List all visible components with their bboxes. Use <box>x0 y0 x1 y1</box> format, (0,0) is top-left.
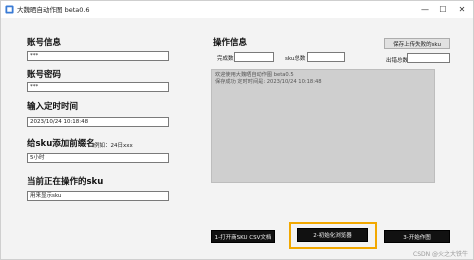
start-drawing-button[interactable]: 3-开始作图 <box>384 230 450 243</box>
log-line: 欢迎使用大魏晒自动作图 beta0.5 <box>215 72 294 78</box>
completed-count <box>234 52 274 62</box>
prefix-example: 例如：24日xxx <box>94 143 133 149</box>
schedule-input[interactable]: 2023/10/24 10:18:48 <box>27 117 169 127</box>
current-sku-label: 当前正在操作的sku <box>27 177 104 187</box>
completed-label: 完成数 <box>217 56 234 62</box>
schedule-label: 输入定时时间 <box>27 102 79 112</box>
sku-total-label: sku总数 <box>285 56 306 62</box>
prefix-label: 给sku添加前缀名 <box>27 139 95 149</box>
sku-total-count <box>307 52 345 62</box>
app-window: 大魏晒自动作图 beta0.6 — ☐ ✕ 账号信息 *** 账号密码 *** … <box>0 0 474 260</box>
maximize-button[interactable]: ☐ <box>434 1 452 18</box>
save-failed-sku-button[interactable]: 保存上传失败的sku <box>384 38 450 49</box>
error-total-label: 出错总数 <box>386 58 409 64</box>
account-input[interactable]: *** <box>27 51 169 61</box>
window-title: 大魏晒自动作图 beta0.6 <box>17 6 90 14</box>
log-area[interactable]: 欢迎使用大魏晒自动作图 beta0.5 保存成功 定时时间是: 2023/10/… <box>211 69 435 183</box>
open-csv-button[interactable]: 1-打开商SKU CSV文档 <box>211 230 275 243</box>
error-total-count <box>407 53 450 63</box>
highlight-frame <box>289 222 377 249</box>
title-bar: 大魏晒自动作图 beta0.6 — ☐ ✕ <box>1 1 473 18</box>
minimize-button[interactable]: — <box>416 1 434 18</box>
watermark: CSDN @火之大铁牛 <box>413 251 469 258</box>
password-input[interactable]: *** <box>27 82 169 92</box>
app-icon <box>5 5 14 14</box>
operation-info-label: 操作信息 <box>213 38 248 48</box>
log-line: 保存成功 定时时间是: 2023/10/24 10:18:48 <box>215 79 322 85</box>
prefix-input[interactable]: 5小时 <box>27 153 169 163</box>
account-label: 账号信息 <box>27 38 62 48</box>
current-sku-field: 用来显示sku <box>27 191 169 201</box>
close-button[interactable]: ✕ <box>453 1 471 18</box>
password-label: 账号密码 <box>27 70 62 80</box>
